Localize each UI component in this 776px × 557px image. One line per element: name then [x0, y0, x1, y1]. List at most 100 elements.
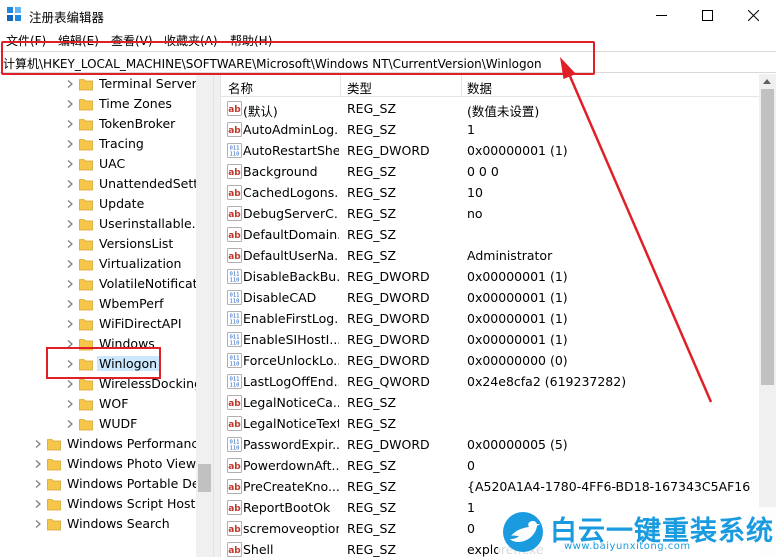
- pane-splitter[interactable]: [213, 74, 221, 557]
- key-tree-pane[interactable]: Terminal Server Time Zones TokenBroker Trac…: [0, 74, 213, 557]
- chevron-right-icon[interactable]: [67, 140, 73, 148]
- table-row[interactable]: 011 110 EnableFirstLog... REG_DWORD 0x000000…: [221, 308, 759, 329]
- chevron-right-icon[interactable]: [67, 400, 73, 408]
- value-name: (默认): [243, 104, 278, 119]
- menu-favorites[interactable]: 收藏夹(A): [164, 32, 218, 49]
- chevron-right-icon[interactable]: [67, 100, 73, 108]
- chevron-right-icon[interactable]: [67, 80, 73, 88]
- string-value-icon: ab: [227, 227, 242, 242]
- list-scroll-thumb[interactable]: [761, 89, 774, 385]
- tree-item[interactable]: Time Zones: [0, 94, 200, 114]
- menu-file[interactable]: 文件(F): [6, 32, 46, 49]
- tree-item[interactable]: Windows: [0, 334, 200, 354]
- column-divider[interactable]: [461, 74, 462, 97]
- chevron-right-icon[interactable]: [67, 220, 73, 228]
- tree-item[interactable]: WOF: [0, 394, 200, 414]
- chevron-right-icon[interactable]: [67, 280, 73, 288]
- chevron-right-icon[interactable]: [67, 360, 73, 368]
- title-bar[interactable]: 注册表编辑器: [0, 0, 776, 30]
- value-name: AutoRestartShell: [243, 143, 339, 158]
- table-row[interactable]: 011 110 ForceUnlockLo... REG_DWORD 0x0000000…: [221, 350, 759, 371]
- menu-edit[interactable]: 编辑(E): [58, 32, 99, 49]
- string-value-icon: ab: [227, 185, 242, 200]
- table-row[interactable]: ab LegalNoticeText REG_SZ: [221, 413, 759, 434]
- chevron-right-icon[interactable]: [67, 180, 73, 188]
- chevron-right-icon[interactable]: [67, 260, 73, 268]
- table-row[interactable]: 011 110 EnableSIHostI... REG_DWORD 0x0000000…: [221, 329, 759, 350]
- value-type: REG_SZ: [347, 122, 397, 137]
- chevron-right-icon[interactable]: [35, 520, 41, 528]
- list-vertical-scrollbar[interactable]: [759, 74, 776, 557]
- chevron-right-icon[interactable]: [67, 160, 73, 168]
- tree-item[interactable]: WUDF: [0, 414, 200, 434]
- table-row[interactable]: ab LegalNoticeCa... REG_SZ: [221, 392, 759, 413]
- tree-item[interactable]: WirelessDocking: [0, 374, 202, 394]
- table-row[interactable]: ab PowerdownAft... REG_SZ 0: [221, 455, 759, 476]
- value-name: DefaultDomain...: [243, 227, 339, 242]
- column-header-data[interactable]: 数据: [467, 78, 492, 97]
- tree-item[interactable]: WiFiDirectAPI: [0, 314, 200, 334]
- chevron-right-icon[interactable]: [67, 300, 73, 308]
- tree-item[interactable]: Windows Portable Dev: [0, 474, 207, 494]
- value-list-pane[interactable]: 名称 类型 数据 ab (默认) REG_SZ (数值未设置) ab AutoAdminL…: [221, 74, 776, 557]
- tree-item[interactable]: Windows Search: [0, 514, 200, 534]
- maximize-button[interactable]: [684, 0, 730, 30]
- column-header-name[interactable]: 名称: [228, 78, 253, 97]
- tree-vertical-scrollbar[interactable]: [196, 74, 213, 557]
- table-row[interactable]: ab DebugServerC... REG_SZ no: [221, 203, 759, 224]
- tree-scroll-thumb[interactable]: [198, 464, 211, 492]
- close-button[interactable]: [730, 0, 776, 30]
- tree-item[interactable]: Windows Script Host: [0, 494, 200, 514]
- minimize-button[interactable]: [638, 0, 684, 30]
- menu-help[interactable]: 帮助(H): [230, 32, 272, 49]
- address-bar[interactable]: 计算机\HKEY_LOCAL_MACHINE\SOFTWARE\Microsof…: [0, 51, 776, 73]
- tree-item[interactable]: Update: [0, 194, 200, 214]
- chevron-right-icon[interactable]: [67, 420, 73, 428]
- chevron-right-icon[interactable]: [35, 500, 41, 508]
- tree-item[interactable]: Virtualization: [0, 254, 200, 274]
- table-row[interactable]: 011 110 PasswordExpir... REG_DWORD 0x0000000…: [221, 434, 759, 455]
- table-row[interactable]: 011 110 AutoRestartShell REG_DWORD 0x0000000…: [221, 140, 759, 161]
- chevron-right-icon[interactable]: [67, 320, 73, 328]
- chevron-right-icon[interactable]: [35, 440, 41, 448]
- tree-item[interactable]: Terminal Server: [0, 74, 200, 94]
- menu-view[interactable]: 查看(V): [111, 32, 153, 49]
- table-row[interactable]: ab DefaultUserNa... REG_SZ Administrator: [221, 245, 759, 266]
- tree-item[interactable]: Tracing: [0, 134, 200, 154]
- scroll-up-arrow-icon[interactable]: [763, 79, 771, 84]
- tree-item[interactable]: Windows Performance: [0, 434, 206, 454]
- tree-item[interactable]: Userinstallable.d: [0, 214, 204, 234]
- column-header-type[interactable]: 类型: [347, 78, 372, 97]
- tree-item[interactable]: UAC: [0, 154, 200, 174]
- chevron-right-icon[interactable]: [35, 480, 41, 488]
- chevron-right-icon[interactable]: [67, 340, 73, 348]
- value-type: REG_DWORD: [347, 353, 430, 368]
- tree-item[interactable]: TokenBroker: [0, 114, 200, 134]
- chevron-right-icon[interactable]: [67, 120, 73, 128]
- value-type: REG_SZ: [347, 395, 397, 410]
- table-row[interactable]: ab Background REG_SZ 0 0 0: [221, 161, 759, 182]
- chevron-right-icon[interactable]: [35, 460, 41, 468]
- chevron-right-icon[interactable]: [67, 200, 73, 208]
- table-row[interactable]: ab (默认) REG_SZ (数值未设置): [221, 98, 759, 119]
- chevron-right-icon[interactable]: [67, 240, 73, 248]
- tree-item[interactable]: UnattendedSettin: [0, 174, 210, 194]
- table-row[interactable]: ab CachedLogons... REG_SZ 10: [221, 182, 759, 203]
- tree-item[interactable]: Windows Photo Viewe: [0, 454, 204, 474]
- tree-item[interactable]: VersionsList: [0, 234, 200, 254]
- folder-icon: [79, 259, 93, 271]
- chevron-right-icon[interactable]: [67, 380, 73, 388]
- menu-bar: 文件(F) 编辑(E) 查看(V) 收藏夹(A) 帮助(H): [0, 30, 776, 48]
- table-row[interactable]: ab AutoAdminLog... REG_SZ 1: [221, 119, 759, 140]
- folder-icon: [47, 459, 61, 471]
- table-row[interactable]: 011 110 DisableCAD REG_DWORD 0x00000001 (1): [221, 287, 759, 308]
- table-row[interactable]: 011 110 DisableBackBu... REG_DWORD 0x0000000…: [221, 266, 759, 287]
- table-row[interactable]: ab DefaultDomain... REG_SZ: [221, 224, 759, 245]
- table-row[interactable]: ab PreCreateKno... REG_SZ {A520A1A4-1780-4F…: [221, 476, 759, 497]
- tree-item[interactable]: WbemPerf: [0, 294, 200, 314]
- address-path[interactable]: 计算机\HKEY_LOCAL_MACHINE\SOFTWARE\Microsof…: [3, 55, 542, 72]
- column-divider[interactable]: [340, 74, 341, 97]
- tree-item[interactable]: Winlogon: [0, 354, 200, 374]
- table-row[interactable]: 011 110 LastLogOffEnd... REG_QWORD 0x24e8cfa…: [221, 371, 759, 392]
- tree-item[interactable]: VolatileNotificati: [0, 274, 201, 294]
